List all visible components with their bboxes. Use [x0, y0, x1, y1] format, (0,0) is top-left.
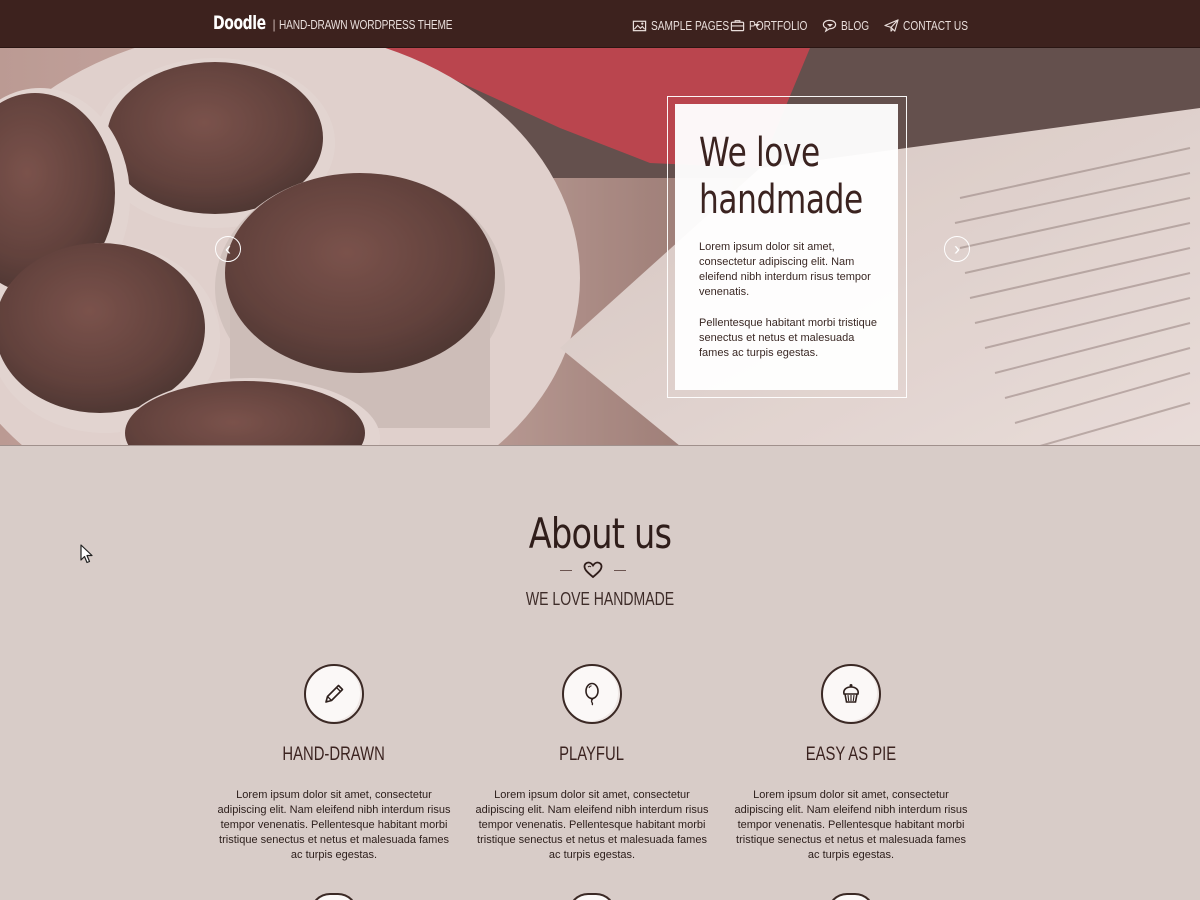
about-heading-text: About us: [528, 509, 672, 558]
feature-playful: PLAYFUL Lorem ipsum dolor sit amet, cons…: [472, 664, 712, 863]
nav-label-blog: BLOG: [841, 17, 870, 33]
site-tagline: HAND-DRAWN WORDPRESS THEME: [278, 17, 453, 32]
site-title[interactable]: Doodle: [213, 12, 266, 34]
feature-title-text: PLAYFUL: [559, 744, 625, 765]
nav-item-blog[interactable]: BLOG: [822, 18, 884, 33]
feature-icon-circle: [562, 664, 622, 724]
about-subheading: WE LOVE HANDMADE: [0, 589, 1200, 610]
divider-line: [560, 569, 572, 571]
hero-background-image: [0, 48, 1200, 445]
next-row-icon-circle: [310, 893, 358, 900]
next-row-icon-circle: [568, 893, 616, 900]
feature-description: Lorem ipsum dolor sit amet, consectetur …: [734, 789, 968, 861]
slide-paragraph-2: Pellentesque habitant morbi tristique se…: [699, 317, 877, 359]
feature-title-text: EASY AS PIE: [805, 744, 897, 765]
slide-title-line-1: We love: [699, 130, 820, 176]
paper-plane-icon: [884, 18, 899, 32]
mouse-cursor-icon: [80, 544, 93, 564]
about-subheading-text: WE LOVE HANDMADE: [525, 589, 675, 609]
brand-separator: |: [272, 17, 276, 32]
nav-label-contact-us: CONTACT US: [903, 17, 968, 33]
slider-next-button[interactable]: ›: [944, 236, 970, 262]
hero-slider: ‹ › We love handmade Lorem ipsum dolor s…: [0, 48, 1200, 446]
divider-line: [614, 569, 626, 571]
chevron-right-icon: ›: [954, 239, 960, 259]
top-navbar: Doodle | HAND-DRAWN WORDPRESS THEME SAMP…: [0, 0, 1200, 48]
feature-description: Lorem ipsum dolor sit amet, consectetur …: [217, 789, 451, 861]
chevron-left-icon: ‹: [225, 239, 231, 259]
briefcase-icon: [730, 19, 745, 31]
nav-label-portfolio: PORTFOLIO: [749, 17, 808, 33]
speech-bubble-icon: [822, 19, 837, 33]
main-menu: SAMPLE PAGES PORTFOLIO BLOG CONTACT US: [632, 14, 968, 36]
about-heading: About us: [0, 509, 1200, 558]
slide-title: We love handmade: [699, 130, 878, 224]
nav-item-sample-pages[interactable]: SAMPLE PAGES: [632, 17, 761, 33]
next-row-icon-circle: [827, 893, 875, 900]
feature-hand-drawn: HAND-DRAWN Lorem ipsum dolor sit amet, c…: [214, 664, 454, 863]
balloon-icon: [585, 682, 599, 706]
slider-prev-button[interactable]: ‹: [215, 236, 241, 262]
feature-easy-as-pie: EASY AS PIE Lorem ipsum dolor sit amet, …: [731, 664, 971, 863]
feature-icon-circle: [821, 664, 881, 724]
slide-paragraph-1: Lorem ipsum dolor sit amet, consectetur …: [699, 241, 871, 298]
site-brand[interactable]: Doodle | HAND-DRAWN WORDPRESS THEME: [213, 12, 501, 34]
feature-title: HAND-DRAWN: [214, 744, 454, 766]
heading-divider: [560, 561, 626, 579]
feature-icon-circle: [304, 664, 364, 724]
heart-icon: [583, 561, 603, 579]
nav-item-contact-us[interactable]: CONTACT US: [884, 18, 968, 33]
nav-label-sample-pages: SAMPLE PAGES: [651, 17, 730, 33]
cupcake-icon: [843, 684, 859, 703]
nav-item-portfolio[interactable]: PORTFOLIO: [730, 17, 833, 33]
slide-caption: We love handmade Lorem ipsum dolor sit a…: [675, 104, 898, 390]
feature-description: Lorem ipsum dolor sit amet, consectetur …: [475, 789, 709, 861]
feature-title-text: HAND-DRAWN: [282, 744, 386, 765]
pencil-icon: [325, 684, 344, 703]
feature-title: EASY AS PIE: [731, 744, 971, 766]
feature-title: PLAYFUL: [472, 744, 712, 766]
image-icon: [632, 20, 647, 31]
slide-title-line-2: handmade: [699, 177, 863, 223]
